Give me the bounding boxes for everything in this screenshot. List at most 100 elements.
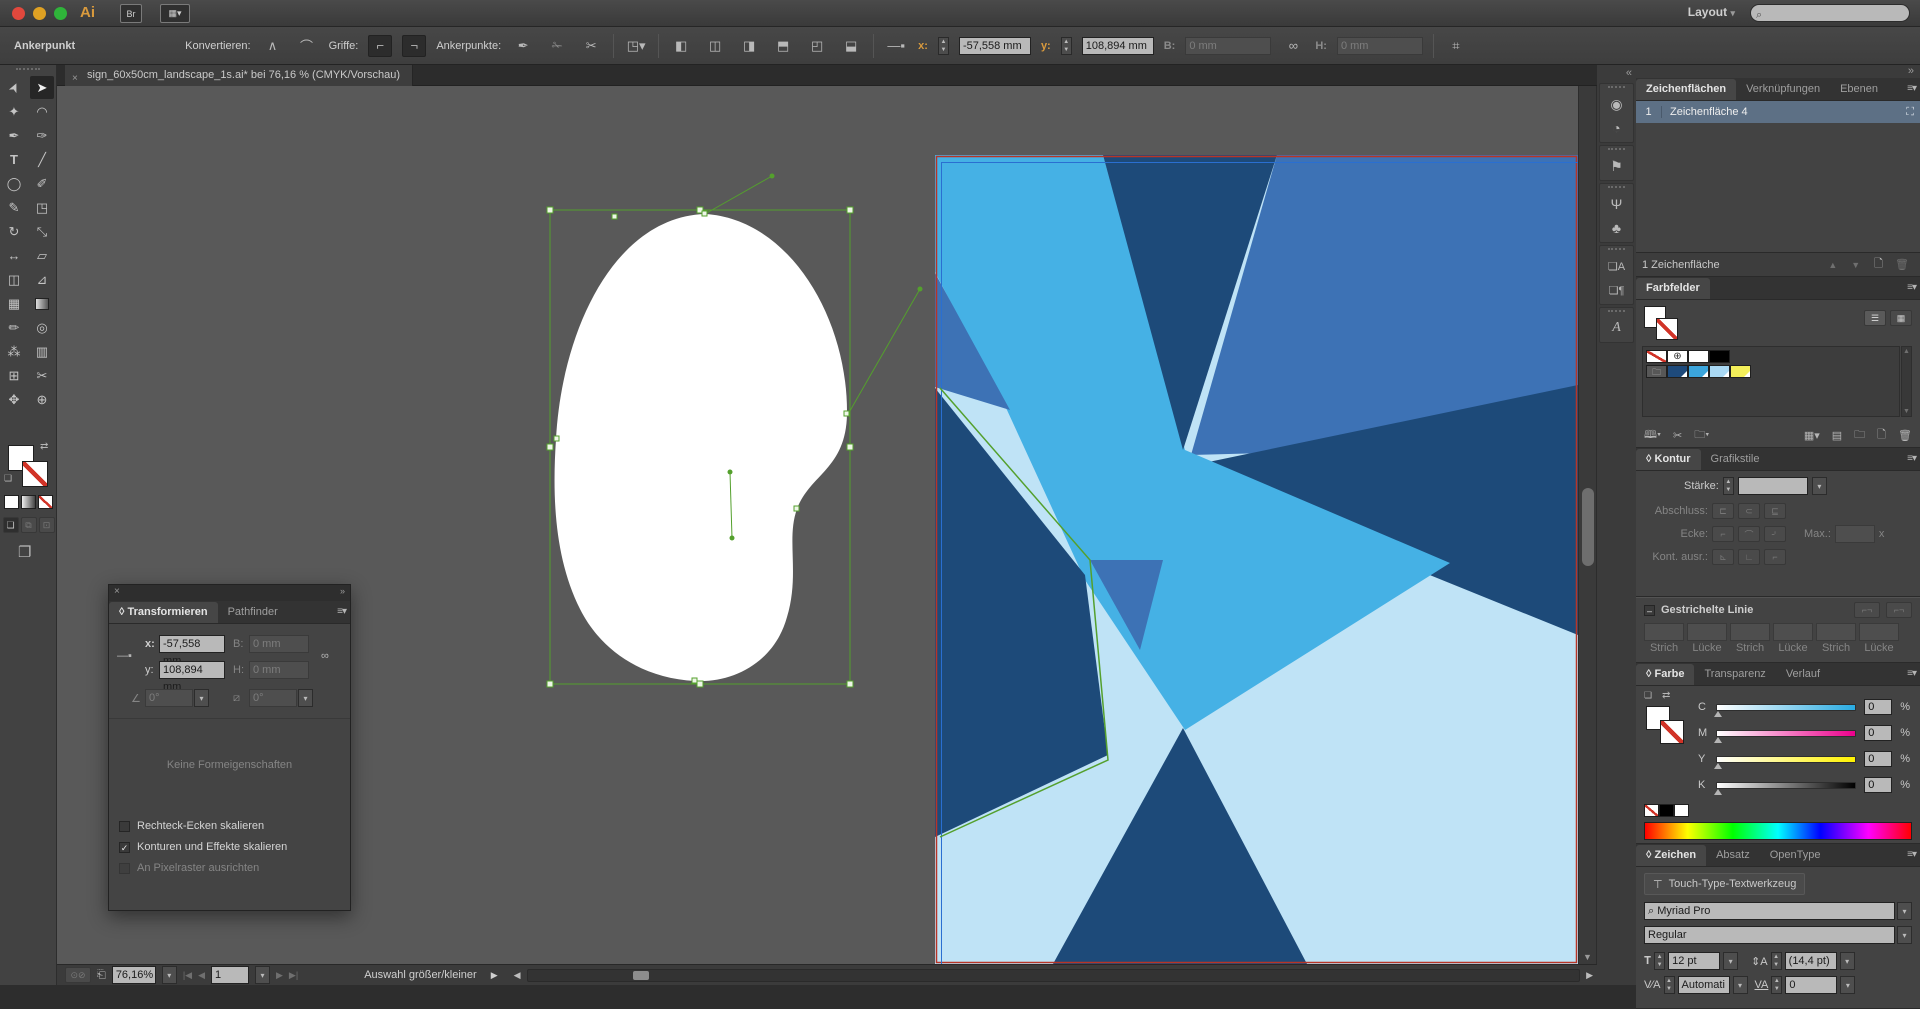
transform-titlebar[interactable]: × » — [109, 585, 350, 601]
y-input[interactable]: 108,894 mm — [1082, 37, 1154, 55]
butt-cap-button[interactable]: ⊏ — [1712, 503, 1734, 519]
artboard-row-name[interactable]: Zeichenfläche 4 — [1662, 106, 1906, 118]
tab-paragraph[interactable]: Absatz — [1706, 845, 1760, 866]
move-artboard-down-icon[interactable]: ▼ — [1851, 260, 1860, 270]
constrain-proportions-icon[interactable]: ∞ — [1281, 35, 1305, 57]
direct-selection-tool[interactable]: ➤ — [30, 76, 54, 99]
tab-color[interactable]: ◊ Farbe — [1636, 664, 1694, 685]
font-style-input[interactable]: Regular — [1644, 926, 1895, 944]
color-menu-icon[interactable]: ≡▾ — [1907, 668, 1916, 679]
workspace-switcher[interactable]: Layout ▾ — [1688, 5, 1735, 19]
last-page-icon[interactable]: ▶| — [289, 970, 298, 981]
symbol-sprayer-tool[interactable]: ⁂ — [2, 340, 26, 363]
line-segment-tool[interactable]: ╱ — [30, 148, 54, 171]
tab-character[interactable]: ◊ Zeichen — [1636, 845, 1706, 866]
list-view-button[interactable]: ☰ — [1864, 310, 1886, 326]
bevel-join-button[interactable]: ⌏ — [1764, 526, 1786, 542]
scale-corners-checkbox[interactable] — [119, 821, 130, 832]
magenta-slider[interactable] — [1716, 730, 1856, 737]
black-slider[interactable] — [1716, 782, 1856, 789]
color-spectrum-ramp[interactable] — [1644, 822, 1912, 840]
reference-point-locator[interactable]: —▪ — [117, 650, 132, 662]
tracking-stepper[interactable]: ▲▼ — [1771, 976, 1782, 994]
collapse-dock-icon[interactable]: » — [1636, 65, 1920, 78]
horizontal-scrollbar[interactable] — [527, 969, 1581, 982]
magenta-value[interactable]: 0 — [1864, 725, 1892, 741]
mesh-tool[interactable]: ▦ — [2, 292, 26, 315]
quick-black-swatch[interactable] — [1659, 804, 1674, 817]
stroke-color-proxy[interactable] — [22, 461, 48, 487]
convert-to-smooth-icon[interactable]: ⌒ — [295, 35, 319, 57]
expand-panels-icon[interactable]: « — [1597, 65, 1636, 81]
rotate-tool[interactable]: ↻ — [2, 220, 26, 243]
scroll-right-icon[interactable]: ▶ — [1586, 970, 1593, 981]
window-close-button[interactable] — [12, 7, 25, 20]
tab-transform[interactable]: ◊ Transformieren — [109, 602, 218, 623]
transform-collapse-icon[interactable]: » — [340, 586, 345, 596]
swatch-none[interactable] — [1646, 350, 1667, 363]
page-number-input[interactable]: 1 — [211, 966, 249, 984]
curvature-tool[interactable]: ✑ — [30, 124, 54, 147]
pen-tool[interactable]: ✒ — [2, 124, 26, 147]
tab-pathfinder[interactable]: Pathfinder — [218, 602, 288, 623]
eyedropper-tool[interactable]: ✏ — [2, 316, 26, 339]
gradient-mode-button[interactable] — [21, 495, 36, 509]
swatch-white[interactable] — [1688, 350, 1709, 363]
remove-anchor-icon[interactable]: ✒ — [511, 35, 535, 57]
font-style-dropdown-icon[interactable]: ▾ — [1897, 926, 1912, 944]
transform-y-input[interactable]: 108,894 mm — [159, 661, 225, 679]
scale-strokes-checkbox[interactable]: ✓ — [119, 842, 130, 853]
transform-bounding-box-icon[interactable]: ⌗ — [1444, 35, 1468, 57]
scale-corners-row[interactable]: Rechteck-Ecken skalieren — [119, 820, 264, 832]
yellow-value[interactable]: 0 — [1864, 751, 1892, 767]
yellow-slider[interactable] — [1716, 756, 1856, 763]
tab-graphic-styles[interactable]: Grafikstile — [1701, 449, 1770, 470]
zoom-dropdown-icon[interactable]: ▾ — [162, 966, 177, 984]
default-fill-stroke-icon[interactable]: ❏ — [4, 473, 12, 484]
scale-strokes-row[interactable]: ✓ Konturen und Effekte skalieren — [119, 841, 287, 853]
kerning-dropdown-icon[interactable]: ▾ — [1733, 976, 1748, 994]
round-join-button[interactable]: ⌒ — [1738, 526, 1760, 542]
blend-tool[interactable]: ◎ — [30, 316, 54, 339]
new-color-group-icon[interactable]: 🗀 — [1854, 426, 1865, 445]
align-dash-button[interactable]: ⌐¬ — [1886, 602, 1912, 618]
kerning-stepper[interactable]: ▲▼ — [1664, 976, 1675, 994]
convert-to-corner-icon[interactable]: ∧ — [261, 35, 285, 57]
swatch-libraries-icon[interactable]: 🕮▾ — [1644, 426, 1661, 445]
swatch-black[interactable] — [1709, 350, 1730, 363]
connect-anchor-icon[interactable]: ✁ — [545, 35, 569, 57]
new-artboard-icon[interactable]: 🗋 — [1874, 255, 1883, 274]
artboard-row-icon[interactable]: ⛶ — [1906, 106, 1920, 119]
paragraph-styles-panel-icon[interactable]: ❏¶ — [1600, 278, 1633, 302]
x-input[interactable]: -57,558 mm — [959, 37, 1031, 55]
tab-swatches[interactable]: Farbfelder — [1636, 278, 1710, 299]
scale-tool[interactable]: ⤡ — [30, 220, 54, 243]
selection-tool[interactable]: ➤ — [0, 72, 29, 103]
tab-opentype[interactable]: OpenType — [1760, 845, 1831, 866]
perspective-grid-tool[interactable]: ⊿ — [30, 268, 54, 291]
eraser-tool[interactable]: ◳ — [30, 196, 54, 219]
x-stepper[interactable]: ▲▼ — [938, 37, 949, 55]
window-minimize-button[interactable] — [33, 7, 46, 20]
zoom-tool[interactable]: ⊕ — [30, 388, 54, 411]
stroke-weight-dropdown-icon[interactable]: ▾ — [1812, 477, 1827, 495]
font-family-input[interactable]: ⌕ Myriad Pro — [1644, 902, 1895, 920]
mini-fill-stroke-icon[interactable]: ❏ — [1644, 690, 1652, 701]
round-cap-button[interactable]: ⊂ — [1738, 503, 1760, 519]
show-handles-button[interactable]: ⌐ — [368, 35, 392, 57]
leading-input[interactable]: (14,4 pt) — [1785, 952, 1837, 970]
kerning-input[interactable]: Automati — [1678, 976, 1730, 994]
tab-transparency[interactable]: Transparenz — [1694, 664, 1775, 685]
align-middle-icon[interactable]: ◰ — [805, 35, 829, 57]
swatch-registration[interactable]: ⊕ — [1667, 350, 1688, 363]
prev-page-icon[interactable]: ◀ — [198, 970, 205, 981]
next-page-icon[interactable]: ▶ — [276, 970, 283, 981]
character-menu-icon[interactable]: ≡▾ — [1907, 849, 1916, 860]
touch-type-button[interactable]: ⊤ Touch-Type-Textwerkzeug — [1644, 873, 1805, 895]
panel-menu-icon[interactable]: ≡▾ — [1907, 83, 1916, 94]
show-swatch-kinds-icon[interactable]: ▦▾ — [1804, 429, 1820, 442]
grid-view-button[interactable]: ▦ — [1890, 310, 1912, 326]
y-stepper[interactable]: ▲▼ — [1061, 37, 1072, 55]
swatches-stroke-proxy[interactable] — [1656, 318, 1678, 340]
align-stroke-outside-button[interactable]: ⌐ — [1764, 549, 1786, 565]
